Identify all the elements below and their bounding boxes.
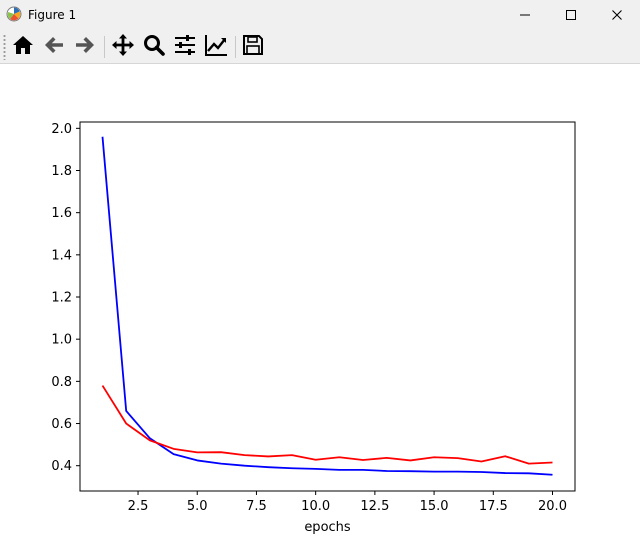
back-button[interactable] — [42, 35, 66, 59]
line-chart: 0.4 0.6 0.8 1.0 1.2 1.4 1.6 1.8 2.0 2.5 5.0 7.5 10.… — [51, 121, 576, 535]
y-tick-label: 1.2 — [51, 291, 72, 306]
maximize-button[interactable] — [548, 0, 594, 30]
save-button[interactable] — [241, 35, 265, 59]
x-tick-label: 2.5 — [128, 499, 149, 514]
chart-line-icon — [204, 33, 228, 61]
forward-button[interactable] — [73, 35, 97, 59]
x-axis-label: epochs — [304, 520, 351, 535]
move-icon — [111, 33, 135, 61]
x-tick-label: 20.0 — [538, 499, 567, 514]
minimize-button[interactable] — [502, 0, 548, 30]
figure-window: Figure 1 0.4 0.6 0.8 1.0 1.2 1.4 1.6 1.8… — [0, 0, 640, 542]
y-tick-label: 1.8 — [51, 164, 72, 179]
maximize-icon — [565, 6, 577, 25]
x-tick-label: 10.0 — [301, 499, 330, 514]
x-tick-label: 12.5 — [360, 499, 389, 514]
y-tick-label: 0.8 — [51, 375, 72, 390]
configure-subplots-button[interactable] — [173, 35, 197, 59]
navigation-toolbar — [0, 30, 640, 64]
magnifier-icon — [142, 33, 166, 61]
x-tick-label: 17.5 — [479, 499, 508, 514]
sliders-icon — [173, 33, 197, 61]
arrow-left-icon — [43, 34, 65, 60]
pan-button[interactable] — [111, 33, 135, 61]
axes-frame — [79, 121, 576, 492]
zoom-button[interactable] — [142, 35, 166, 59]
x-tick-label: 15.0 — [420, 499, 449, 514]
y-tick-label: 2.0 — [51, 122, 72, 137]
toolbar-grip[interactable] — [3, 34, 6, 60]
window-title: Figure 1 — [28, 8, 77, 22]
x-tick-label: 5.0 — [187, 499, 208, 514]
arrow-right-icon — [74, 34, 96, 60]
close-button[interactable] — [594, 0, 640, 30]
toolbar-separator — [104, 36, 105, 58]
close-icon — [611, 6, 623, 25]
y-tick-label: 1.6 — [51, 206, 72, 221]
home-icon — [12, 34, 34, 60]
y-tick-label: 1.0 — [51, 333, 72, 348]
y-axis: 0.4 0.6 0.8 1.0 1.2 1.4 1.6 1.8 2.0 — [51, 122, 80, 474]
y-tick-label: 1.4 — [51, 248, 72, 263]
x-tick-label: 7.5 — [246, 499, 267, 514]
edit-axis-button[interactable] — [204, 35, 228, 59]
y-tick-label: 0.4 — [51, 459, 72, 474]
title-bar[interactable]: Figure 1 — [0, 0, 640, 30]
minimize-icon — [519, 6, 531, 25]
y-tick-label: 0.6 — [51, 417, 72, 432]
floppy-disk-icon — [242, 34, 264, 60]
figure-canvas[interactable]: 0.4 0.6 0.8 1.0 1.2 1.4 1.6 1.8 2.0 2.5 5.0 7.5 10.… — [0, 65, 640, 542]
x-axis: 2.5 5.0 7.5 10.0 12.5 15.0 17.5 20.0 — [128, 491, 567, 514]
matplotlib-app-icon — [6, 6, 22, 22]
home-button[interactable] — [11, 35, 35, 59]
toolbar-separator — [235, 36, 236, 58]
